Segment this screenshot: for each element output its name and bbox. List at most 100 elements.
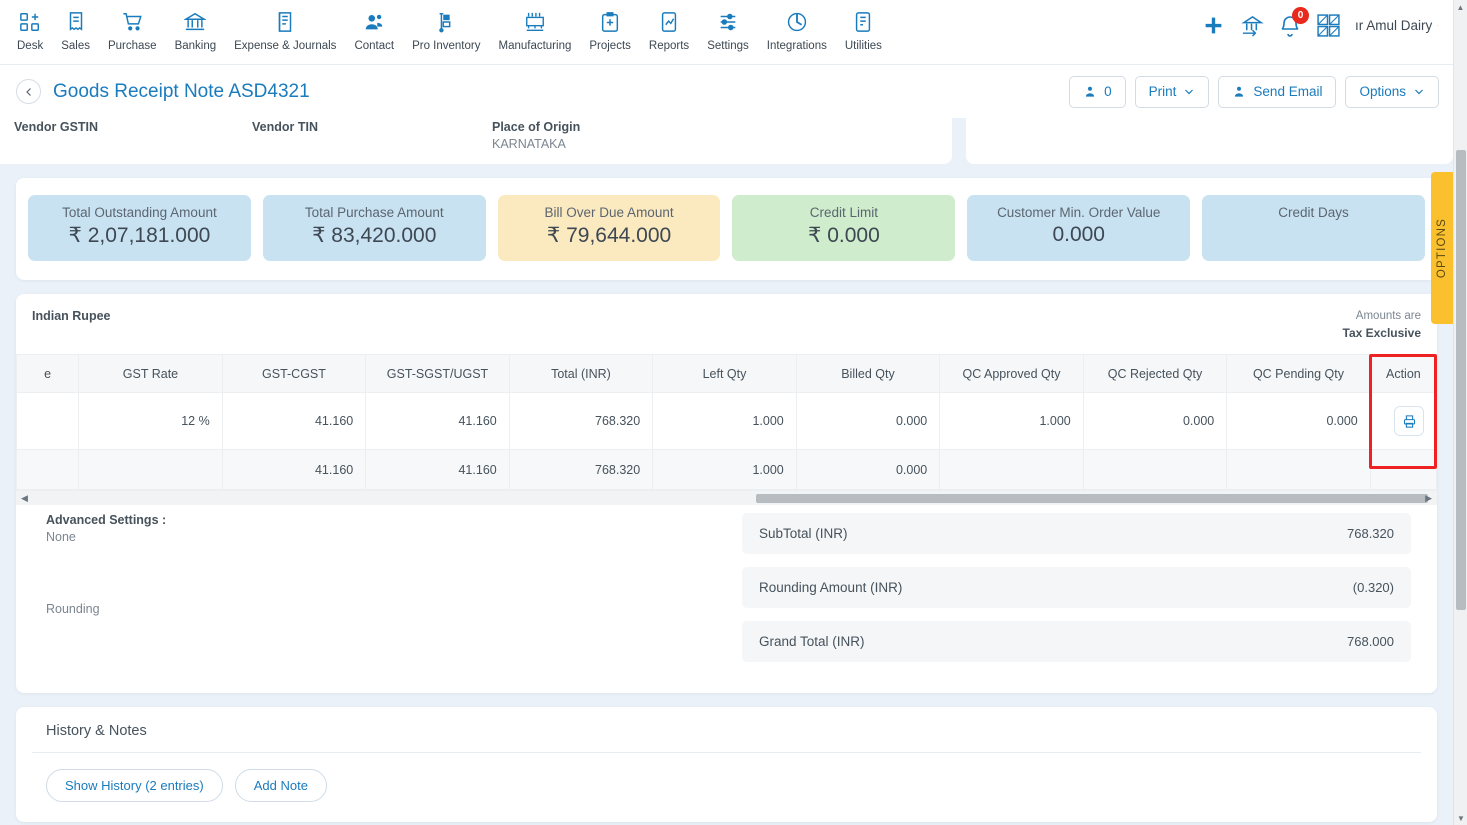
- col-header-qc-rejected-qty[interactable]: QC Rejected Qty: [1083, 354, 1228, 393]
- chevron-down-icon: [1185, 89, 1194, 94]
- summary-card-title: Bill Over Due Amount: [544, 205, 674, 220]
- contact-icon: [363, 9, 386, 35]
- print-button-label: Print: [1148, 84, 1177, 99]
- total-cell-qc-approved-qty: [939, 449, 1084, 490]
- add-note-button[interactable]: Add Note: [234, 769, 327, 802]
- nav-item-sales[interactable]: Sales: [52, 9, 99, 52]
- tax-note-line2: Tax Exclusive: [1342, 325, 1422, 340]
- attachment-user-icon: [1086, 86, 1095, 97]
- summary-card-customer-min-order-value: Customer Min. Order Value 0.000: [967, 195, 1191, 261]
- subtotal-value: 768.320: [1347, 526, 1394, 541]
- summary-card-bill-over-due: Bill Over Due Amount ₹ 79,644.000: [497, 195, 721, 261]
- col-header-total-inr[interactable]: Total (INR): [509, 354, 654, 393]
- page-content: Vendor GSTIN Vendor TIN Place of Origin …: [0, 118, 1453, 825]
- nav-item-settings[interactable]: Settings: [698, 9, 758, 52]
- tax-note-line1: Amounts are: [1355, 310, 1421, 322]
- nav-label: Purchase: [107, 40, 157, 52]
- history-actions: Show History (2 entries) Add Note: [32, 769, 1421, 802]
- nav-item-expense-journals[interactable]: Expense & Journals: [225, 9, 345, 52]
- print-button[interactable]: Print: [1134, 75, 1210, 108]
- scroll-down-arrow[interactable]: ▼: [1454, 811, 1467, 825]
- col-header-left-qty[interactable]: Left Qty: [652, 354, 797, 393]
- settings-icon: [717, 9, 739, 35]
- nav-label: Sales: [61, 40, 90, 52]
- integrations-icon: [786, 9, 808, 35]
- summary-card-title: Customer Min. Order Value: [997, 205, 1161, 220]
- nav-label: Expense & Journals: [234, 40, 337, 52]
- divider: [32, 752, 1421, 753]
- nav-item-pro-inventory[interactable]: Pro Inventory: [403, 9, 489, 52]
- attachments-button[interactable]: 0: [1069, 75, 1126, 108]
- send-email-button[interactable]: Send Email: [1218, 75, 1337, 108]
- nav-item-utilities[interactable]: Utilities: [836, 9, 891, 52]
- nav-item-contact[interactable]: Contact: [345, 9, 403, 52]
- advanced-settings-block: Advanced Settings : None Rounding: [32, 513, 742, 675]
- cell-qc-rejected-qty: 0.000: [1083, 392, 1228, 450]
- cell-qc-pending-qty: 0.000: [1226, 392, 1371, 450]
- summary-card-value: ₹ 2,07,181.000: [68, 224, 211, 247]
- page-scroll-thumb[interactable]: [1456, 150, 1466, 610]
- vendor-gstin-field: Vendor GSTIN: [14, 118, 252, 164]
- options-button[interactable]: Options: [1345, 75, 1439, 108]
- page-title-bar: Goods Receipt Note ASD4321 0 Print Send …: [0, 65, 1453, 118]
- back-button[interactable]: [16, 79, 41, 104]
- show-history-button[interactable]: Show History (2 entries): [46, 769, 223, 802]
- apps-grid-icon[interactable]: [1316, 13, 1341, 38]
- options-side-tab-label: OPTIONS: [1436, 217, 1448, 279]
- cell-gst-sgst-ugst: 41.160: [365, 392, 510, 450]
- vendor-fields: Vendor GSTIN Vendor TIN Place of Origin …: [0, 118, 952, 164]
- summary-card-credit-limit: Credit Limit ₹ 0.000: [732, 195, 956, 261]
- expense-journals-icon: [274, 9, 296, 35]
- scroll-up-arrow[interactable]: ▲: [1454, 0, 1467, 14]
- col-header-gst-sgst-ugst[interactable]: GST-SGST/UGST: [365, 354, 510, 393]
- nav-item-manufacturing[interactable]: Manufacturing: [489, 9, 580, 52]
- table-horizontal-scrollbar[interactable]: ◀ ▶: [16, 490, 1437, 505]
- bank-icon: [184, 9, 207, 35]
- horizontal-scroll-thumb[interactable]: [756, 493, 1428, 503]
- bell-icon[interactable]: 0: [1278, 6, 1309, 38]
- organization-switch-icon[interactable]: [1241, 14, 1264, 37]
- options-side-tab[interactable]: OPTIONS: [1431, 172, 1453, 324]
- nav-item-banking[interactable]: Banking: [166, 9, 226, 52]
- nav-item-desk[interactable]: Desk: [8, 9, 52, 52]
- place-of-origin-label: Place of Origin: [492, 120, 581, 134]
- print-icon: [1403, 414, 1415, 428]
- col-header-gst-cgst[interactable]: GST-CGST: [222, 354, 367, 393]
- plus-icon[interactable]: [1200, 12, 1227, 39]
- col-header-billed-qty[interactable]: Billed Qty: [796, 354, 941, 393]
- page-scrollbar[interactable]: ▲ ▼: [1453, 0, 1467, 825]
- vendor-info-section: Vendor GSTIN Vendor TIN Place of Origin …: [0, 118, 1453, 164]
- summary-card-value: ₹ 0.000: [808, 224, 880, 247]
- upload-user-icon: [1235, 86, 1244, 97]
- nav-item-integrations[interactable]: Integrations: [758, 9, 836, 52]
- grand-total-value: 768.000: [1347, 634, 1394, 649]
- col-header-qc-pending-qty[interactable]: QC Pending Qty: [1226, 354, 1371, 393]
- totals-row-subtotal: SubTotal (INR) 768.320: [742, 513, 1411, 554]
- total-cell-total-inr: 768.320: [509, 449, 654, 490]
- col-header-gst-rate[interactable]: GST Rate: [78, 354, 223, 393]
- pro-inventory-icon: [435, 9, 457, 35]
- summary-card-total-outstanding: Total Outstanding Amount ₹ 2,07,181.000: [28, 195, 251, 261]
- options-button-label: Options: [1359, 84, 1406, 99]
- nav-item-reports[interactable]: Reports: [640, 9, 698, 52]
- reports-icon: [658, 9, 680, 35]
- cell-total-inr: 768.320: [509, 392, 654, 450]
- nav-label: Desk: [17, 40, 44, 52]
- advanced-settings-label: Advanced Settings :: [46, 513, 167, 527]
- scroll-right-arrow[interactable]: ▶: [1420, 493, 1437, 504]
- col-header-qc-approved-qty[interactable]: QC Approved Qty: [939, 354, 1084, 393]
- scroll-left-arrow[interactable]: ◀: [16, 493, 33, 504]
- total-cell-action: [1370, 449, 1438, 490]
- vendor-tin-label: Vendor TIN: [252, 120, 318, 134]
- row-print-button[interactable]: [1394, 406, 1424, 436]
- nav-item-purchase[interactable]: Purchase: [99, 9, 166, 52]
- nav-item-projects[interactable]: Projects: [580, 9, 640, 52]
- summary-card-credit-days: Credit Days: [1202, 195, 1425, 261]
- company-switcher[interactable]: ır Amul Dairy: [1355, 18, 1439, 33]
- cell-qc-approved-qty: 1.000: [939, 392, 1084, 450]
- history-notes-title: History & Notes: [46, 723, 147, 739]
- summary-cards-section: Total Outstanding Amount ₹ 2,07,181.000 …: [16, 178, 1437, 280]
- summary-card-value: ₹ 83,420.000: [312, 224, 437, 247]
- col-header-cut[interactable]: e: [15, 354, 80, 393]
- projects-icon: [599, 9, 621, 35]
